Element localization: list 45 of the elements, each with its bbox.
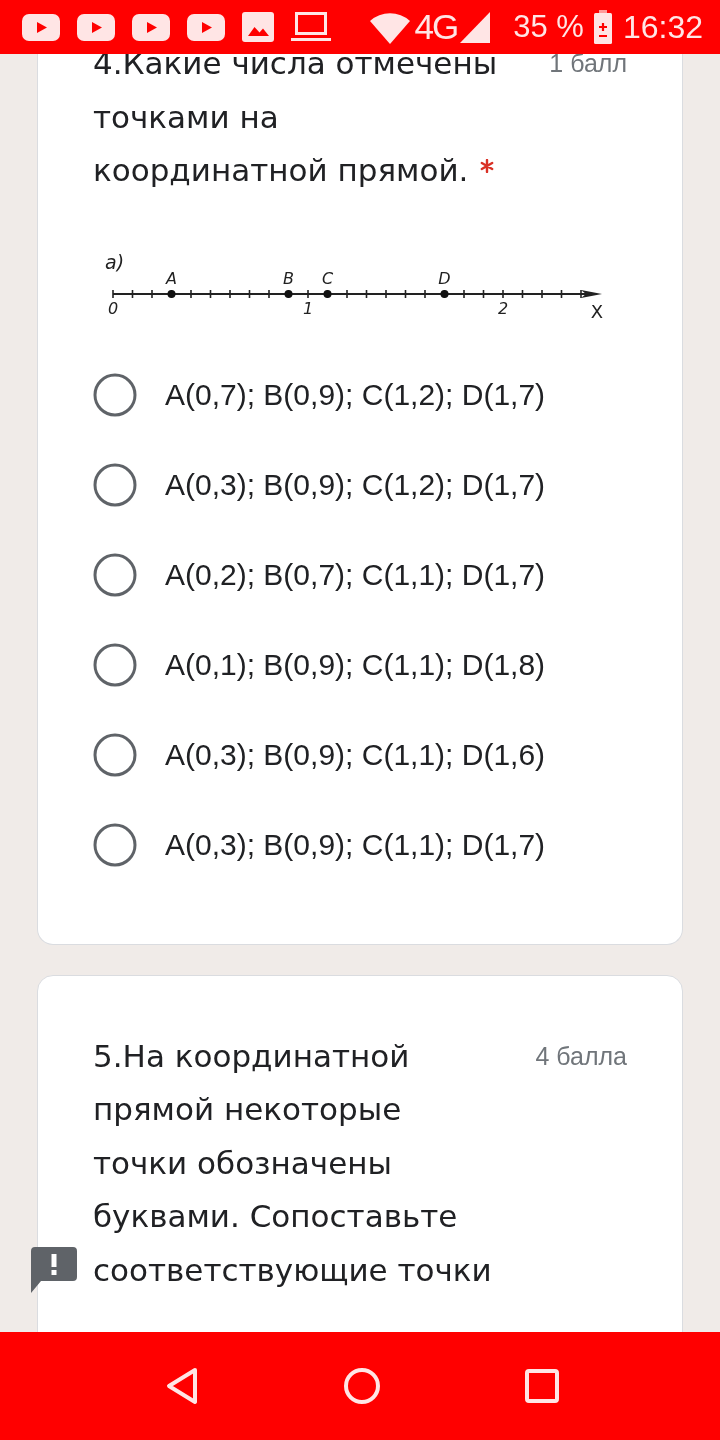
option-label[interactable]: A(0,1); B(0,9); C(1,1); D(1,8) xyxy=(165,647,546,682)
question-points: 4 балла xyxy=(535,1040,627,1072)
option-label[interactable]: A(0,2); B(0,7); C(1,1); D(1,7) xyxy=(165,557,546,592)
point-marker xyxy=(440,289,449,298)
question-title: 5.На координатной прямой некоторые точки обозначены буквами. Сопоставьте соответствующие точки xyxy=(93,1037,492,1288)
image-icon xyxy=(242,12,274,42)
point-marker xyxy=(323,289,332,298)
radio-button[interactable] xyxy=(93,642,137,687)
tick-label: 2 xyxy=(497,298,509,318)
home-icon[interactable] xyxy=(343,1367,381,1405)
tick-label: 1 xyxy=(302,298,314,318)
clock: 16:32 xyxy=(622,9,703,45)
back-icon[interactable] xyxy=(165,1367,199,1405)
radio-button[interactable] xyxy=(93,372,137,417)
recents-icon[interactable] xyxy=(525,1369,559,1403)
radio-button[interactable] xyxy=(93,552,137,597)
point-label: C xyxy=(321,268,334,288)
battery-icon xyxy=(593,10,612,44)
point-label: A xyxy=(166,268,177,288)
axis-label: X xyxy=(590,300,604,322)
radio-button[interactable] xyxy=(93,462,137,507)
question-points: 1 балл xyxy=(549,48,627,79)
signal-icon xyxy=(460,11,491,43)
alert-bubble-icon[interactable] xyxy=(31,1247,77,1293)
part-label: а) xyxy=(105,250,125,273)
network-type: 4G xyxy=(414,9,458,45)
option-label[interactable]: A(0,7); B(0,9); C(1,2); D(1,7) xyxy=(165,377,546,412)
radio-button[interactable] xyxy=(93,822,137,867)
play-button-icon xyxy=(77,13,115,41)
play-button-icon xyxy=(132,13,170,41)
point-marker xyxy=(167,289,176,298)
option-label[interactable]: A(0,3); B(0,9); C(1,2); D(1,7) xyxy=(165,467,546,502)
play-button-icon xyxy=(187,13,225,41)
option-label[interactable]: A(0,3); B(0,9); C(1,1); D(1,7) xyxy=(165,827,546,862)
battery-percent: 35 % xyxy=(513,9,584,45)
laptop-icon xyxy=(291,12,331,42)
point-label: B xyxy=(283,268,294,288)
option-label[interactable]: A(0,3); B(0,9); C(1,1); D(1,6) xyxy=(165,737,546,772)
tick-label: 0 xyxy=(107,298,119,318)
point-label: D xyxy=(438,268,451,288)
question-title: 4.Какие числа отмечены точками на координатной прямой. xyxy=(93,45,498,188)
wifi-icon xyxy=(369,12,410,44)
play-button-icon xyxy=(22,13,60,41)
point-marker xyxy=(284,289,293,298)
radio-button[interactable] xyxy=(93,732,137,777)
